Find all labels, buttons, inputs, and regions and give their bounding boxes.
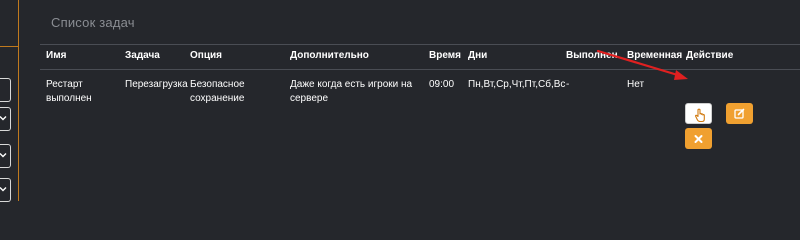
run-button[interactable]	[685, 103, 712, 124]
panel-title: Список задач	[51, 15, 135, 30]
filter-select-4[interactable]	[0, 178, 11, 202]
delete-button[interactable]	[685, 128, 712, 149]
edit-icon	[734, 108, 745, 119]
edit-button[interactable]	[726, 103, 753, 124]
task-table: Имя Задача Опция Дополнительно Время Дни…	[40, 44, 800, 170]
header-action: Действие	[686, 50, 734, 61]
cell-option: Безопасное сохранение	[190, 79, 245, 104]
filter-select-3[interactable]	[0, 144, 11, 168]
filter-select-1[interactable]	[0, 78, 11, 102]
filter-select-2[interactable]	[0, 107, 11, 131]
header-time: Время	[429, 50, 461, 61]
header-task: Задача	[125, 50, 160, 61]
cell-extra: Даже когда есть игроки на сервере	[290, 79, 413, 104]
header-name: Имя	[46, 50, 67, 61]
chevron-down-icon	[0, 116, 7, 121]
cell-temporary: Нет	[627, 79, 645, 90]
header-temporary: Временная	[627, 50, 683, 61]
chevron-down-icon	[0, 187, 7, 192]
header-days: Дни	[468, 50, 488, 61]
close-icon	[694, 135, 703, 143]
filter-sidebar-border	[0, 46, 18, 47]
header-extra: Дополнительно	[290, 50, 369, 61]
header-done: Выполнено	[566, 50, 618, 61]
cell-done: -	[566, 79, 570, 90]
table-header: Имя Задача Опция Дополнительно Время Дни…	[40, 44, 800, 70]
header-option: Опция	[190, 50, 222, 61]
cell-name: Рестарт выполнен	[46, 79, 92, 104]
cell-task: Перезагрузка	[125, 79, 188, 90]
hand-pointer-icon	[695, 108, 705, 123]
cell-days: Пн,Вт,Ср,Чт,Пт,Сб,Вс	[468, 79, 566, 90]
table-row: Рестарт выполнен Перезагрузка Безопасное…	[40, 70, 800, 170]
cell-time: 09:00	[429, 79, 455, 90]
chevron-down-icon	[0, 153, 7, 158]
